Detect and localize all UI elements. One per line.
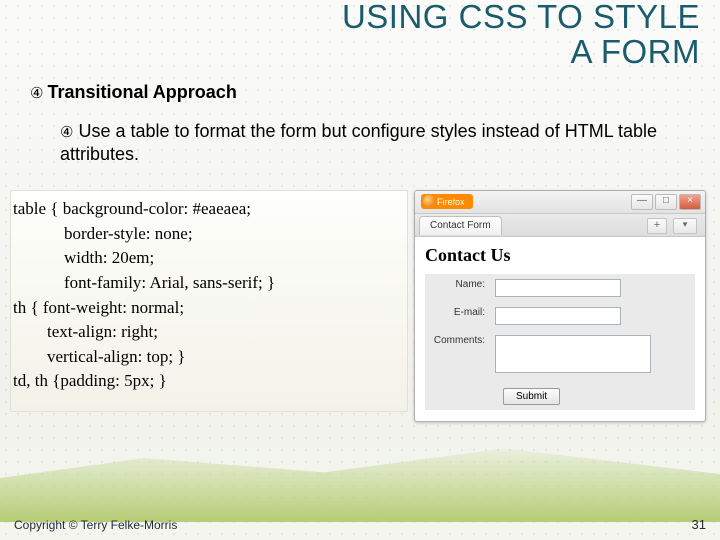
heading-text: Transitional Approach — [47, 82, 236, 102]
page-heading: Contact Us — [425, 245, 695, 266]
email-field[interactable] — [495, 307, 621, 325]
label-email: E-mail: — [425, 302, 490, 330]
close-button[interactable]: × — [679, 194, 701, 210]
code-line: border-style: none; — [13, 222, 403, 247]
code-line: vertical-align: top; } — [13, 345, 403, 370]
page-number: 31 — [692, 517, 706, 532]
browser-titlebar: Firefox — □ × — [415, 191, 705, 214]
comments-field[interactable] — [495, 335, 651, 373]
heading-number: ④ — [30, 85, 43, 102]
tab-dropdown-button[interactable]: ▾ — [673, 218, 697, 234]
browser-window: Firefox — □ × Contact Form + ▾ Contact U… — [414, 190, 706, 422]
new-tab-button[interactable]: + — [647, 218, 667, 234]
tab-contact-form[interactable]: Contact Form — [419, 216, 502, 235]
page-content: Contact Us Name: E-mail: Comments: Submi… — [415, 237, 705, 418]
css-code-block: table { background-color: #eaeaea; borde… — [10, 190, 408, 412]
label-name: Name: — [425, 274, 490, 302]
code-line: text-align: right; — [13, 320, 403, 345]
body-bullet: ④Use a table to format the form but conf… — [60, 120, 680, 165]
code-line: font-family: Arial, sans-serif; } — [13, 271, 403, 296]
maximize-button[interactable]: □ — [655, 194, 677, 210]
label-comments: Comments: — [425, 330, 490, 381]
bullet-number: ④ — [60, 124, 73, 141]
section-heading: ④Transitional Approach — [30, 82, 237, 103]
submit-button[interactable]: Submit — [503, 388, 560, 405]
bullet-text: Use a table to format the form but confi… — [60, 121, 657, 164]
name-field[interactable] — [495, 279, 621, 297]
code-line: table { background-color: #eaeaea; — [13, 197, 403, 222]
code-line: width: 20em; — [13, 246, 403, 271]
code-line: th { font-weight: normal; — [13, 296, 403, 321]
copyright: Copyright © Terry Felke-Morris — [14, 518, 177, 532]
decorative-leaf-band — [0, 442, 720, 522]
tab-bar: Contact Form + ▾ — [415, 214, 705, 237]
contact-form-table: Name: E-mail: Comments: Submit — [425, 274, 695, 410]
slide-title: USING CSS TO STYLE A FORM — [340, 0, 700, 69]
code-line: td, th {padding: 5px; } — [13, 369, 403, 394]
firefox-badge: Firefox — [421, 194, 473, 209]
minimize-button[interactable]: — — [631, 194, 653, 210]
